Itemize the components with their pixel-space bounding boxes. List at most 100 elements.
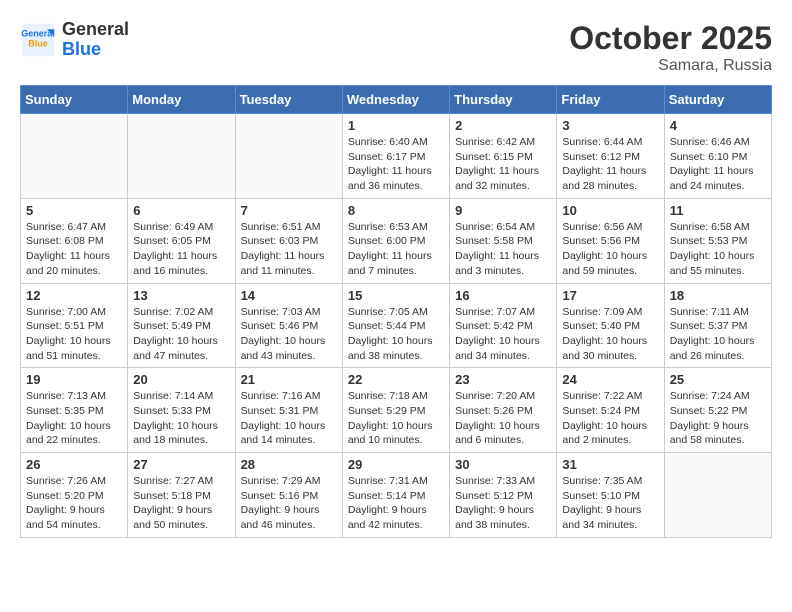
- calendar-cell: 29Sunrise: 7:31 AM Sunset: 5:14 PM Dayli…: [342, 453, 449, 538]
- header: General Blue General Blue October 2025 S…: [20, 20, 772, 75]
- day-info: Sunrise: 7:20 AM Sunset: 5:26 PM Dayligh…: [455, 389, 551, 448]
- day-info: Sunrise: 7:33 AM Sunset: 5:12 PM Dayligh…: [455, 474, 551, 533]
- calendar-cell: 11Sunrise: 6:58 AM Sunset: 5:53 PM Dayli…: [664, 198, 771, 283]
- calendar-cell: 20 Sunrise: 7:14 AM Sunset: 5:33 PM Dayli…: [128, 368, 235, 453]
- day-number: 7: [241, 203, 337, 218]
- weekday-saturday: Saturday: [664, 86, 771, 114]
- calendar-cell: 17Sunrise: 7:09 AM Sunset: 5:40 PM Dayli…: [557, 283, 664, 368]
- day-info: Sunrise: 7:16 AM Sunset: 5:31 PM Dayligh…: [241, 389, 337, 448]
- calendar-cell: 22 Sunrise: 7:18 AM Sunset: 5:29 PM Dayli…: [342, 368, 449, 453]
- calendar-cell: 26 Sunrise: 7:26 AM Sunset: 5:20 PM Dayli…: [21, 453, 128, 538]
- day-info: Sunrise: 6:51 AM Sunset: 6:03 PM Dayligh…: [241, 220, 337, 279]
- calendar-cell: 16 Sunrise: 7:07 AM Sunset: 5:42 PM Dayli…: [450, 283, 557, 368]
- day-number: 15: [348, 288, 444, 303]
- calendar-table: SundayMondayTuesdayWednesdayThursdayFrid…: [20, 85, 772, 538]
- day-info: Sunrise: 7:22 AM Sunset: 5:24 PM Dayligh…: [562, 389, 658, 448]
- day-info: Sunrise: 7:00 AM Sunset: 5:51 PM Dayligh…: [26, 305, 122, 364]
- day-info: Sunrise: 7:26 AM Sunset: 5:20 PM Dayligh…: [26, 474, 122, 533]
- weekday-thursday: Thursday: [450, 86, 557, 114]
- page-container: General Blue General Blue October 2025 S…: [0, 0, 792, 548]
- day-info: Sunrise: 7:14 AM Sunset: 5:33 PM Dayligh…: [133, 389, 229, 448]
- calendar-cell: 15Sunrise: 7:05 AM Sunset: 5:44 PM Dayli…: [342, 283, 449, 368]
- day-number: 4: [670, 118, 766, 133]
- calendar-cell: 30Sunrise: 7:33 AM Sunset: 5:12 PM Dayli…: [450, 453, 557, 538]
- location: Samara, Russia: [569, 57, 772, 75]
- day-info: Sunrise: 7:11 AM Sunset: 5:37 PM Dayligh…: [670, 305, 766, 364]
- calendar-week-2: 5 Sunrise: 6:47 AM Sunset: 6:08 PM Daylig…: [21, 198, 772, 283]
- day-number: 20: [133, 372, 229, 387]
- calendar-cell: 10Sunrise: 6:56 AM Sunset: 5:56 PM Dayli…: [557, 198, 664, 283]
- weekday-tuesday: Tuesday: [235, 86, 342, 114]
- calendar-week-5: 26 Sunrise: 7:26 AM Sunset: 5:20 PM Dayli…: [21, 453, 772, 538]
- calendar-week-1: 1 Sunrise: 6:40 AM Sunset: 6:17 PM Daylig…: [21, 114, 772, 199]
- calendar-cell: 31 Sunrise: 7:35 AM Sunset: 5:10 PM Dayli…: [557, 453, 664, 538]
- weekday-sunday: Sunday: [21, 86, 128, 114]
- day-info: Sunrise: 7:09 AM Sunset: 5:40 PM Dayligh…: [562, 305, 658, 364]
- day-number: 5: [26, 203, 122, 218]
- calendar-cell: 28 Sunrise: 7:29 AM Sunset: 5:16 PM Dayli…: [235, 453, 342, 538]
- day-number: 16: [455, 288, 551, 303]
- day-number: 23: [455, 372, 551, 387]
- day-number: 22: [348, 372, 444, 387]
- day-number: 13: [133, 288, 229, 303]
- weekday-wednesday: Wednesday: [342, 86, 449, 114]
- calendar-cell: 12 Sunrise: 7:00 AM Sunset: 5:51 PM Dayli…: [21, 283, 128, 368]
- title-area: October 2025 Samara, Russia: [569, 20, 772, 75]
- day-number: 19: [26, 372, 122, 387]
- weekday-friday: Friday: [557, 86, 664, 114]
- calendar-cell: 2Sunrise: 6:42 AM Sunset: 6:15 PM Daylig…: [450, 114, 557, 199]
- day-number: 24: [562, 372, 658, 387]
- calendar-cell: 18 Sunrise: 7:11 AM Sunset: 5:37 PM Dayli…: [664, 283, 771, 368]
- month-title: October 2025: [569, 20, 772, 57]
- logo: General Blue General Blue: [20, 20, 129, 60]
- calendar-cell: 1 Sunrise: 6:40 AM Sunset: 6:17 PM Daylig…: [342, 114, 449, 199]
- day-info: Sunrise: 7:03 AM Sunset: 5:46 PM Dayligh…: [241, 305, 337, 364]
- day-number: 1: [348, 118, 444, 133]
- calendar-cell: 13 Sunrise: 7:02 AM Sunset: 5:49 PM Dayli…: [128, 283, 235, 368]
- day-info: Sunrise: 7:29 AM Sunset: 5:16 PM Dayligh…: [241, 474, 337, 533]
- calendar-cell: 14 Sunrise: 7:03 AM Sunset: 5:46 PM Dayli…: [235, 283, 342, 368]
- day-number: 6: [133, 203, 229, 218]
- day-number: 8: [348, 203, 444, 218]
- day-number: 12: [26, 288, 122, 303]
- calendar-week-4: 19 Sunrise: 7:13 AM Sunset: 5:35 PM Dayli…: [21, 368, 772, 453]
- calendar-cell: 24 Sunrise: 7:22 AM Sunset: 5:24 PM Dayli…: [557, 368, 664, 453]
- day-number: 26: [26, 457, 122, 472]
- day-number: 28: [241, 457, 337, 472]
- day-info: Sunrise: 7:18 AM Sunset: 5:29 PM Dayligh…: [348, 389, 444, 448]
- calendar-cell: 4 Sunrise: 6:46 AM Sunset: 6:10 PM Daylig…: [664, 114, 771, 199]
- calendar-week-3: 12 Sunrise: 7:00 AM Sunset: 5:51 PM Dayli…: [21, 283, 772, 368]
- day-number: 3: [562, 118, 658, 133]
- day-number: 14: [241, 288, 337, 303]
- day-number: 31: [562, 457, 658, 472]
- day-info: Sunrise: 6:58 AM Sunset: 5:53 PM Dayligh…: [670, 220, 766, 279]
- day-number: 9: [455, 203, 551, 218]
- calendar-cell: 19 Sunrise: 7:13 AM Sunset: 5:35 PM Dayli…: [21, 368, 128, 453]
- day-number: 10: [562, 203, 658, 218]
- calendar-cell: 27 Sunrise: 7:27 AM Sunset: 5:18 PM Dayli…: [128, 453, 235, 538]
- day-info: Sunrise: 7:13 AM Sunset: 5:35 PM Dayligh…: [26, 389, 122, 448]
- day-info: Sunrise: 7:07 AM Sunset: 5:42 PM Dayligh…: [455, 305, 551, 364]
- calendar-cell: 5 Sunrise: 6:47 AM Sunset: 6:08 PM Daylig…: [21, 198, 128, 283]
- calendar-cell: [128, 114, 235, 199]
- day-info: Sunrise: 6:49 AM Sunset: 6:05 PM Dayligh…: [133, 220, 229, 279]
- calendar-cell: 6 Sunrise: 6:49 AM Sunset: 6:05 PM Daylig…: [128, 198, 235, 283]
- day-number: 27: [133, 457, 229, 472]
- day-number: 29: [348, 457, 444, 472]
- calendar-cell: 7 Sunrise: 6:51 AM Sunset: 6:03 PM Daylig…: [235, 198, 342, 283]
- logo-text: General Blue: [62, 20, 129, 60]
- day-number: 21: [241, 372, 337, 387]
- day-number: 18: [670, 288, 766, 303]
- svg-text:Blue: Blue: [28, 38, 48, 48]
- day-info: Sunrise: 7:27 AM Sunset: 5:18 PM Dayligh…: [133, 474, 229, 533]
- day-info: Sunrise: 6:47 AM Sunset: 6:08 PM Dayligh…: [26, 220, 122, 279]
- day-info: Sunrise: 7:02 AM Sunset: 5:49 PM Dayligh…: [133, 305, 229, 364]
- calendar-cell: 25Sunrise: 7:24 AM Sunset: 5:22 PM Dayli…: [664, 368, 771, 453]
- calendar-cell: 21 Sunrise: 7:16 AM Sunset: 5:31 PM Dayli…: [235, 368, 342, 453]
- day-info: Sunrise: 7:35 AM Sunset: 5:10 PM Dayligh…: [562, 474, 658, 533]
- day-number: 2: [455, 118, 551, 133]
- day-info: Sunrise: 6:44 AM Sunset: 6:12 PM Dayligh…: [562, 135, 658, 194]
- day-info: Sunrise: 6:46 AM Sunset: 6:10 PM Dayligh…: [670, 135, 766, 194]
- weekday-header-row: SundayMondayTuesdayWednesdayThursdayFrid…: [21, 86, 772, 114]
- day-info: Sunrise: 6:40 AM Sunset: 6:17 PM Dayligh…: [348, 135, 444, 194]
